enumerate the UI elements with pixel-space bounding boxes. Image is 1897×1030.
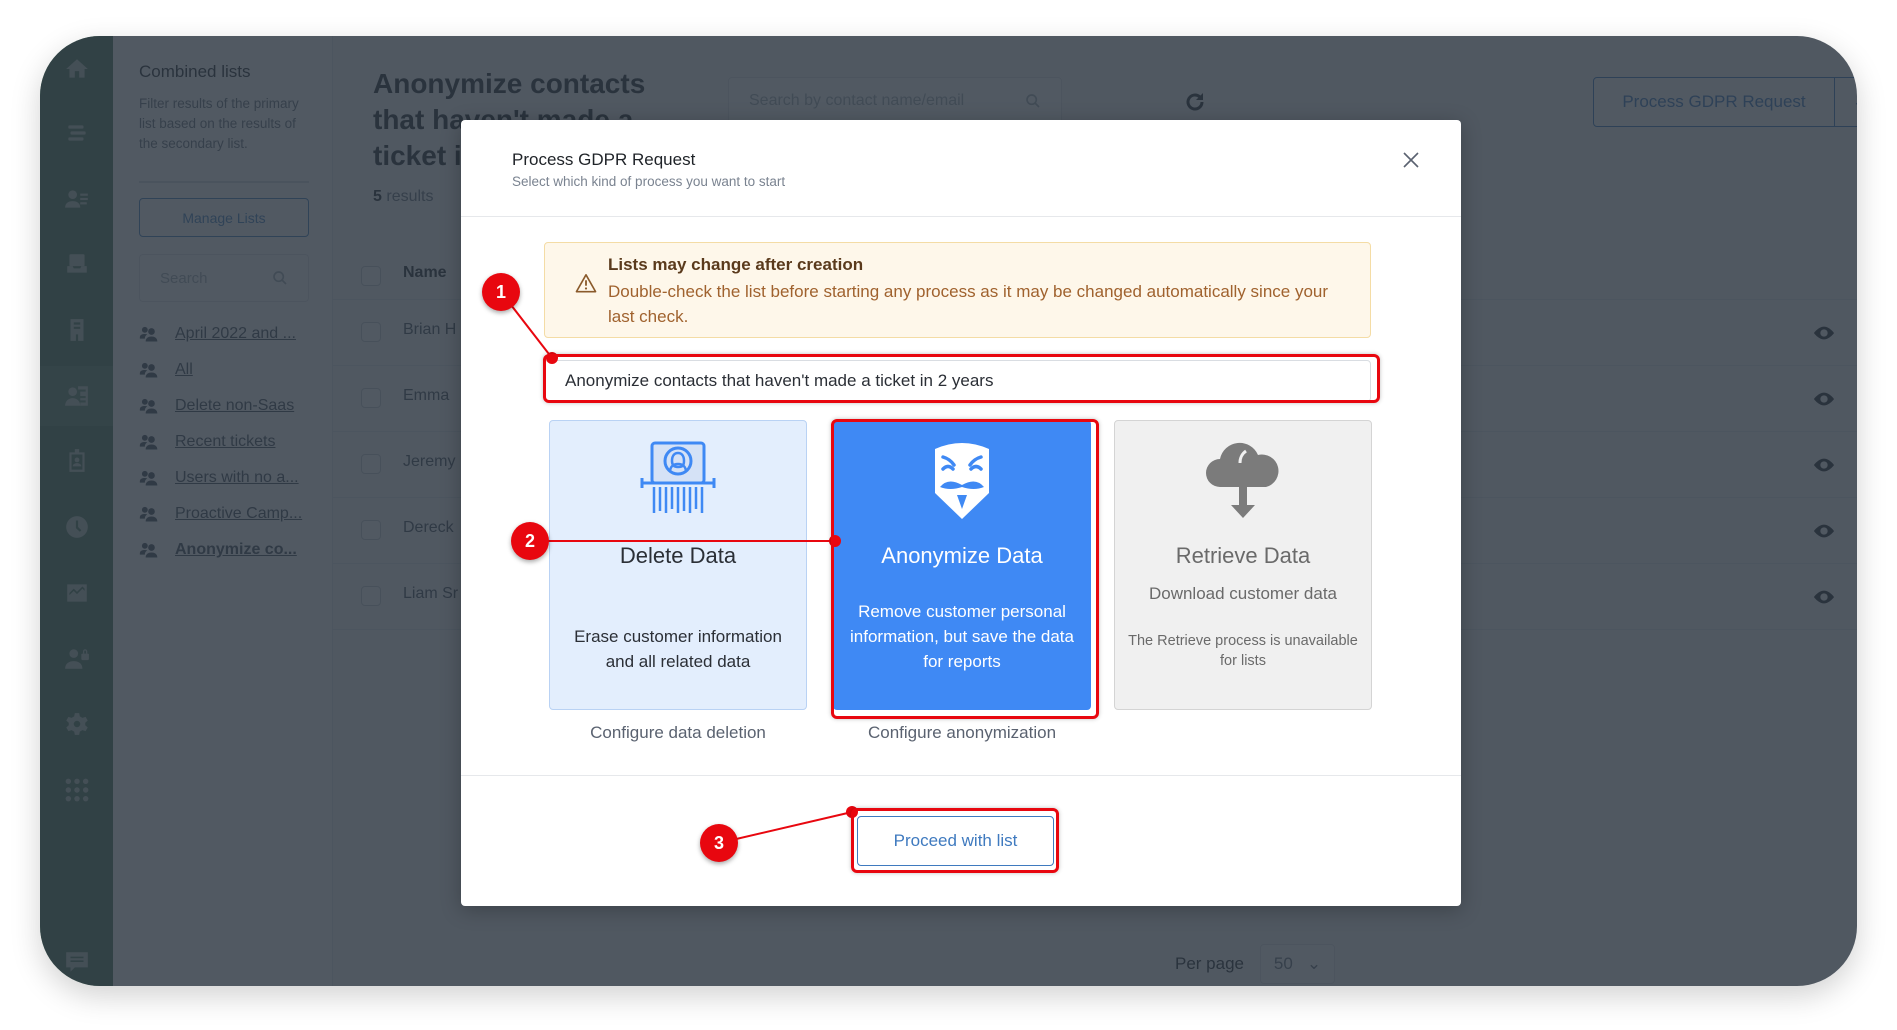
annotation-marker-2: 2 bbox=[511, 522, 549, 560]
configure-anonymization-link[interactable]: Configure anonymization bbox=[833, 723, 1091, 743]
annotation-marker-3: 3 bbox=[700, 824, 738, 862]
annotation-box-anonymize-card bbox=[831, 419, 1099, 719]
card-icon-wrap bbox=[550, 439, 806, 519]
delete-data-description: Erase customer information and all relat… bbox=[574, 627, 782, 671]
close-icon[interactable] bbox=[1401, 150, 1421, 170]
modal-subtitle: Select which kind of process you want to… bbox=[512, 174, 786, 189]
card-icon-wrap bbox=[1115, 439, 1371, 521]
warning-title: Lists may change after creation bbox=[608, 255, 864, 274]
warning-icon bbox=[575, 274, 597, 293]
retrieve-data-card: Retrieve Data Download customer data The… bbox=[1114, 420, 1372, 710]
retrieve-data-description: Download customer data bbox=[1148, 584, 1338, 603]
annotation-box-proceed-button bbox=[851, 808, 1059, 873]
retrieve-unavailable-note: The Retrieve process is unavailable for … bbox=[1128, 633, 1358, 669]
annotation-marker-1: 1 bbox=[482, 273, 520, 311]
warning-alert: Lists may change after creation Double-c… bbox=[544, 242, 1371, 338]
data-shredder-icon bbox=[640, 441, 716, 513]
cloud-download-icon bbox=[1206, 442, 1279, 518]
delete-data-title: Delete Data bbox=[619, 543, 737, 568]
modal-title: Process GDPR Request bbox=[512, 150, 696, 169]
warning-text: Double-check the list before starting an… bbox=[608, 282, 1329, 326]
divider bbox=[461, 216, 1461, 217]
annotation-box-list-name bbox=[543, 354, 1380, 403]
configure-data-deletion-link[interactable]: Configure data deletion bbox=[549, 723, 807, 743]
delete-data-card[interactable]: Delete Data Erase customer information a… bbox=[549, 420, 807, 710]
divider bbox=[461, 775, 1461, 776]
retrieve-data-title: Retrieve Data bbox=[1175, 543, 1311, 568]
